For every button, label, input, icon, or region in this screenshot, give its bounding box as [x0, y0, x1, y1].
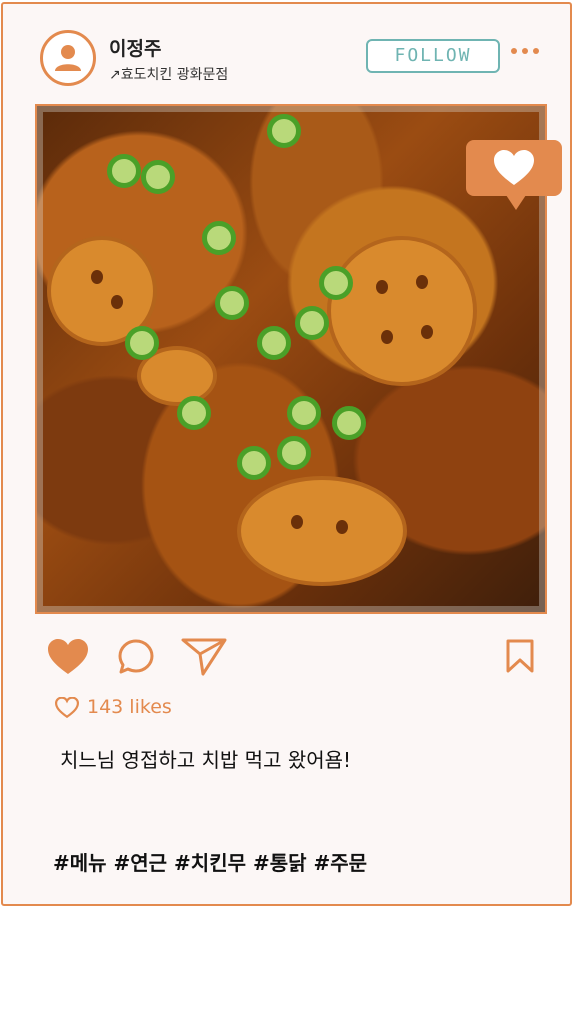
heart-icon — [48, 639, 88, 674]
bookmark-icon — [506, 639, 534, 673]
heart-badge-icon — [466, 140, 562, 210]
save-button[interactable] — [505, 638, 535, 678]
user-icon — [55, 45, 81, 71]
follow-button[interactable]: FOLLOW — [366, 39, 500, 73]
more-dots-icon[interactable] — [511, 48, 539, 54]
avatar[interactable] — [40, 30, 96, 86]
like-button[interactable] — [46, 638, 90, 680]
post-caption: 치느님 영접하고 치밥 먹고 왔어욤! — [60, 748, 352, 772]
username[interactable]: 이정주 — [109, 34, 161, 61]
post-hashtags[interactable]: #메뉴 #연근 #치킨무 #통닭 #주문 — [53, 847, 367, 876]
share-button[interactable] — [181, 636, 227, 680]
likes-count[interactable]: 143 likes — [55, 696, 172, 718]
comment-button[interactable] — [117, 638, 155, 680]
location-link[interactable]: ↗효도치킨 광화문점 — [109, 64, 228, 84]
send-icon — [181, 638, 227, 676]
comment-icon — [118, 639, 154, 674]
post-card: 이정주 ↗효도치킨 광화문점 FOLLOW 143 likes 치느님 영접하고… — [1, 2, 572, 906]
heart-outline-icon — [55, 696, 79, 718]
likes-text: 143 likes — [87, 696, 172, 718]
